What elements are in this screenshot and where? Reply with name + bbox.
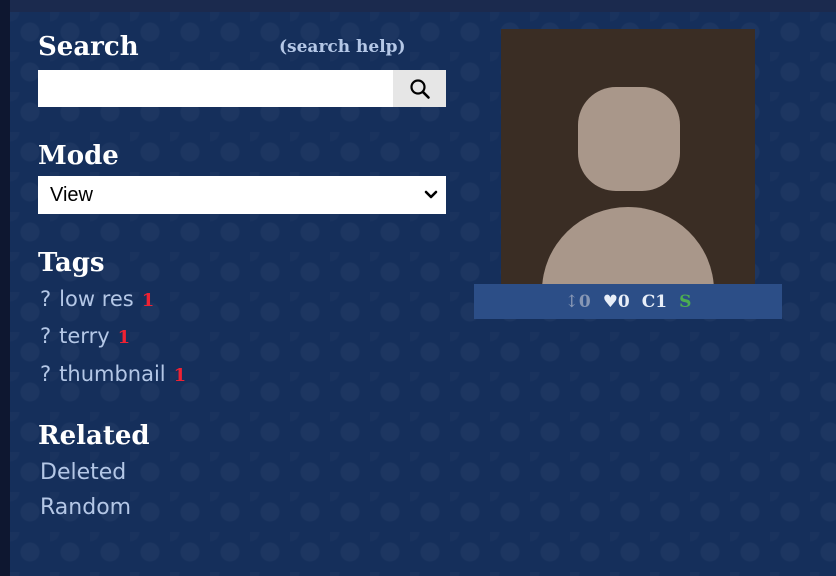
tag-row: ? terry 1	[40, 322, 130, 350]
tag-row: ? low res 1	[40, 285, 154, 313]
post-rating: S	[679, 291, 692, 312]
related-heading: Related	[38, 421, 150, 451]
related-link-random[interactable]: Random	[40, 494, 131, 522]
post-stats-bar: ↕0 ♥0 C1 S	[474, 284, 782, 319]
tag-link-low-res[interactable]: low res	[59, 287, 134, 311]
search-button[interactable]	[393, 70, 446, 107]
magnifier-icon	[409, 78, 430, 99]
tag-wiki-link[interactable]: ?	[40, 362, 51, 386]
tag-wiki-link[interactable]: ?	[40, 287, 51, 311]
post-comments: C1	[641, 291, 668, 312]
related-link-deleted[interactable]: Deleted	[40, 459, 126, 487]
tag-count: 1	[141, 290, 155, 311]
post-score: ↕0	[565, 292, 591, 312]
score-value: 0	[578, 291, 591, 312]
mode-heading: Mode	[38, 141, 119, 171]
post-thumbnail[interactable]	[501, 29, 755, 284]
tag-count: 1	[173, 365, 187, 386]
search-help-link[interactable]: (search help)	[279, 37, 406, 57]
window-left-border	[0, 0, 10, 576]
chevron-down-icon	[424, 190, 438, 199]
search-input[interactable]	[38, 70, 393, 107]
tag-wiki-link[interactable]: ?	[40, 324, 51, 348]
tag-link-thumbnail[interactable]: thumbnail	[59, 362, 166, 386]
default-avatar-icon	[542, 87, 714, 284]
tag-row: ? thumbnail 1	[40, 360, 186, 388]
post-favorites: ♥0	[602, 291, 630, 312]
tags-heading: Tags	[38, 248, 105, 278]
window-top-border	[0, 0, 836, 12]
search-heading: Search	[38, 32, 139, 62]
score-arrow-icon: ↕	[564, 291, 579, 312]
mode-select[interactable]: View	[38, 176, 446, 214]
tag-count: 1	[117, 327, 131, 348]
mode-selected-value: View	[50, 183, 93, 206]
tag-link-terry[interactable]: terry	[59, 324, 109, 348]
